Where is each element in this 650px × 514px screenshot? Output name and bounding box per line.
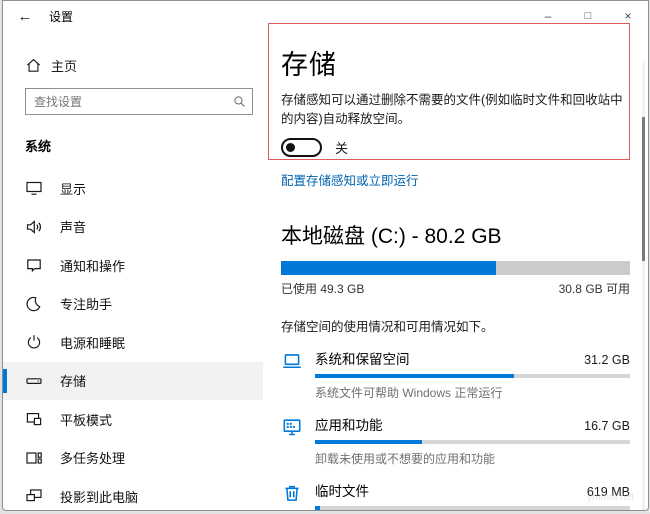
search-icon[interactable] [226, 95, 252, 108]
category-bar [315, 440, 630, 444]
sidebar-item-focus-assist[interactable]: 专注助手 [3, 285, 263, 324]
category-bar-fill [315, 374, 514, 378]
storage-category-list: 系统和保留空间 31.2 GB 系统文件可帮助 Windows 正常运行 [281, 348, 630, 511]
minimize-button[interactable]: – [528, 1, 568, 31]
storage-sense-toggle-row: 关 [281, 138, 648, 156]
window-title: 设置 [49, 8, 73, 25]
category-desc: 系统文件可帮助 Windows 正常运行 [315, 384, 630, 401]
multitasking-icon [25, 449, 43, 467]
category-name: 系统和保留空间 [315, 348, 410, 368]
category-row-apps-features[interactable]: 应用和功能 16.7 GB 卸载未使用或不想要的应用和功能 [281, 414, 630, 467]
notifications-icon [25, 256, 43, 274]
sidebar-item-multitasking[interactable]: 多任务处理 [3, 439, 263, 478]
titlebar: ← 设置 – □ × [3, 1, 648, 31]
category-bar-fill [315, 440, 422, 444]
focus-assist-icon [25, 295, 43, 313]
disk-usage-bar-fill [281, 261, 496, 275]
power-icon [25, 333, 43, 351]
category-size: 31.2 GB [584, 353, 630, 367]
sound-icon [25, 218, 43, 236]
sidebar: 主页 系统 显示 [3, 31, 263, 510]
search-input[interactable] [26, 95, 226, 109]
sidebar-item-projecting[interactable]: 投影到此电脑 [3, 477, 263, 511]
category-bar [315, 374, 630, 378]
sidebar-item-storage[interactable]: 存储 [3, 362, 263, 401]
sidebar-item-sound[interactable]: 声音 [3, 208, 263, 247]
trash-icon [281, 480, 315, 511]
toggle-knob [286, 143, 295, 152]
laptop-icon [281, 348, 315, 401]
sidebar-item-label: 通知和操作 [60, 256, 125, 275]
toggle-state-label: 关 [335, 138, 348, 157]
category-bar-fill [315, 506, 320, 510]
disk-used-label: 已使用 49.3 GB [281, 280, 364, 297]
category-size: 16.7 GB [584, 419, 630, 433]
sidebar-nav: 显示 声音 通知和操作 [3, 169, 263, 511]
sidebar-item-label: 平板模式 [60, 410, 112, 429]
project-icon [25, 487, 43, 505]
tablet-mode-icon [25, 410, 43, 428]
sidebar-item-home[interactable]: 主页 [25, 55, 263, 75]
category-row-system-reserved[interactable]: 系统和保留空间 31.2 GB 系统文件可帮助 Windows 正常运行 [281, 348, 630, 401]
sidebar-item-label: 投影到此电脑 [60, 487, 138, 506]
disk-usage-bar [281, 261, 630, 275]
disk-usage-labels: 已使用 49.3 GB 30.8 GB 可用 [281, 280, 630, 297]
storage-sense-toggle[interactable] [281, 138, 322, 157]
usage-intro: 存储空间的使用情况和可用情况如下。 [281, 316, 648, 335]
sidebar-item-label: 声音 [60, 217, 86, 236]
maximize-button[interactable]: □ [568, 1, 608, 31]
sidebar-item-label: 多任务处理 [60, 448, 125, 467]
scrollbar-thumb[interactable] [642, 117, 645, 261]
search-box[interactable] [25, 88, 253, 115]
sidebar-item-display[interactable]: 显示 [3, 169, 263, 208]
sidebar-home-label: 主页 [51, 56, 77, 75]
configure-storage-sense-link[interactable]: 配置存储感知或立即运行 [281, 170, 419, 189]
sidebar-item-power-sleep[interactable]: 电源和睡眠 [3, 323, 263, 362]
disk-title: 本地磁盘 (C:) - 80.2 GB [281, 220, 648, 250]
sidebar-item-notifications[interactable]: 通知和操作 [3, 246, 263, 285]
category-row-temporary-files[interactable]: 临时文件 619 MB 选择要删除的临时文件 [281, 480, 630, 511]
close-button[interactable]: × [608, 1, 648, 31]
sidebar-item-label: 存储 [60, 371, 86, 390]
back-button[interactable]: ← [3, 8, 47, 25]
home-icon [25, 57, 42, 74]
display-icon [25, 179, 43, 197]
category-desc: 卸载未使用或不想要的应用和功能 [315, 450, 630, 467]
category-name: 应用和功能 [315, 414, 383, 434]
sidebar-item-tablet-mode[interactable]: 平板模式 [3, 400, 263, 439]
settings-window: ← 设置 – □ × 主页 [2, 0, 649, 511]
disk-free-label: 30.8 GB 可用 [559, 280, 630, 297]
apps-icon [281, 414, 315, 467]
category-name: 临时文件 [315, 480, 369, 500]
sidebar-item-label: 专注助手 [60, 294, 112, 313]
storage-sense-description: 存储感知可以通过删除不需要的文件(例如临时文件和回收站中的内容)自动释放空间。 [281, 91, 629, 129]
sidebar-item-label: 显示 [60, 179, 86, 198]
category-bar [315, 506, 630, 510]
sidebar-section-system: 系统 [25, 136, 263, 155]
storage-icon [25, 372, 43, 390]
sidebar-item-label: 电源和睡眠 [60, 333, 125, 352]
main-content: 存储 存储感知可以通过删除不需要的文件(例如临时文件和回收站中的内容)自动释放空… [263, 31, 648, 510]
watermark: ymmm.net [587, 492, 634, 503]
page-title: 存储 [281, 43, 648, 82]
